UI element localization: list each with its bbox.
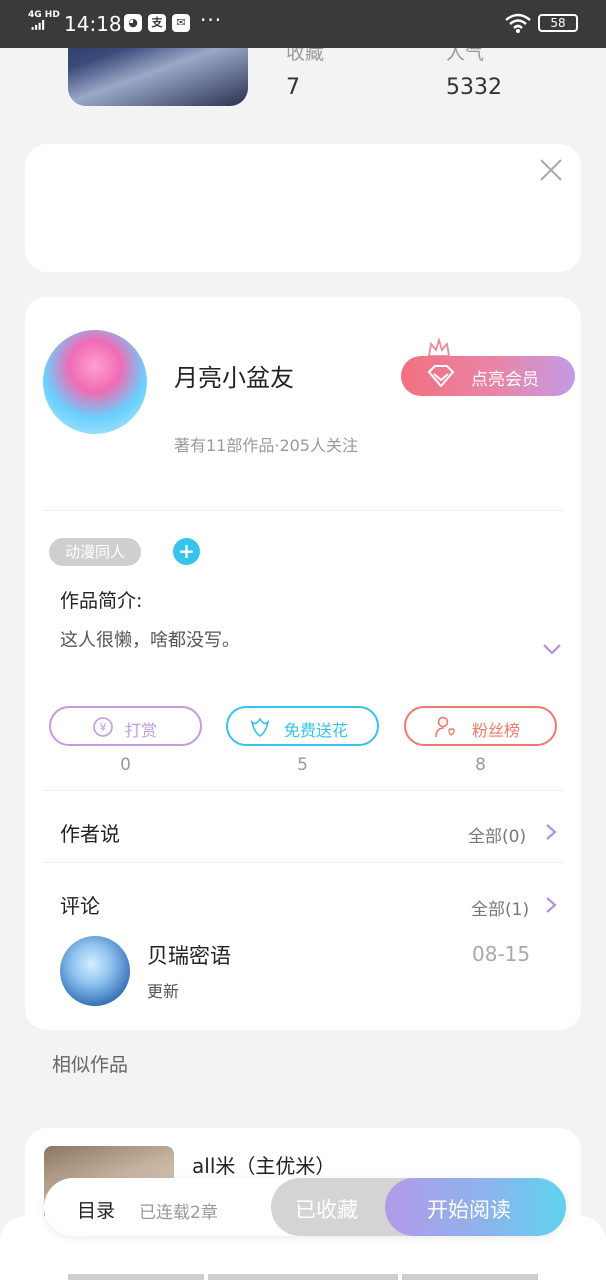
comment-user-avatar[interactable] <box>60 936 130 1006</box>
fan-ranking-label: 粉丝榜 <box>472 721 521 740</box>
wifi-icon <box>505 13 531 33</box>
battery-indicator: 58 <box>538 14 578 32</box>
divider <box>43 510 563 511</box>
yen-coin-icon: ¥ <box>93 717 113 737</box>
author-name[interactable]: 月亮小盆友 <box>174 358 294 393</box>
start-reading-label: 开始阅读 <box>427 1198 511 1222</box>
nav-gesture-bar <box>402 1274 538 1280</box>
tip-button-label: 打赏 <box>125 721 158 740</box>
stat-value: 7 <box>286 75 300 100</box>
chapter-info: 已连载2章 <box>139 1203 218 1223</box>
start-reading-button[interactable]: 开始阅读 <box>385 1178 566 1236</box>
divider <box>43 790 563 791</box>
vip-button[interactable]: 点亮会员 <box>401 356 575 396</box>
comment-text: 更新 <box>147 982 180 1001</box>
fan-count: 8 <box>475 755 486 775</box>
send-flower-button[interactable]: 免费送花 <box>226 706 379 746</box>
more-notifications-icon: ··· <box>200 8 223 32</box>
toc-button[interactable]: 目录 <box>77 1196 115 1223</box>
fan-ranking-button[interactable]: 粉丝榜 <box>404 706 557 746</box>
network-type: 4G HD <box>28 10 60 20</box>
crown-icon <box>427 338 451 357</box>
comments-all-link[interactable]: 全部(1) <box>471 895 529 920</box>
tip-button[interactable]: ¥ 打赏 <box>49 706 202 746</box>
tag-chip[interactable]: 动漫同人 <box>49 538 141 566</box>
chevron-right-icon[interactable] <box>545 896 557 914</box>
chevron-down-icon[interactable] <box>541 641 563 657</box>
favorited-label: 已收藏 <box>295 1198 358 1222</box>
author-says-all-link[interactable]: 全部(0) <box>468 822 526 847</box>
message-icon: ✉ <box>172 14 190 32</box>
vip-button-label: 点亮会员 <box>471 370 539 390</box>
intro-text: 这人很懒，啥都没写。 <box>60 630 240 651</box>
author-meta: 著有11部作品·205人关注 <box>174 436 358 455</box>
diamond-icon <box>427 365 455 387</box>
stat-value: 5332 <box>446 75 502 100</box>
flower-count: 5 <box>297 755 308 775</box>
svg-text:¥: ¥ <box>100 721 107 734</box>
divider <box>43 862 563 863</box>
author-avatar[interactable] <box>43 330 147 434</box>
ad-banner-card <box>25 144 581 272</box>
fan-person-icon <box>435 716 455 738</box>
send-flower-label: 免费送花 <box>284 721 349 740</box>
comments-title: 评论 <box>60 894 100 918</box>
alipay-icon: 支 <box>148 14 166 32</box>
comment-date: 08-15 <box>472 942 531 966</box>
add-tag-button[interactable]: + <box>173 538 200 565</box>
flower-icon <box>250 717 270 737</box>
signal-icon <box>31 20 45 30</box>
author-says-title: 作者说 <box>60 822 120 846</box>
close-icon[interactable] <box>539 158 563 182</box>
nav-gesture-bar <box>208 1274 398 1280</box>
similar-works-title: 相似作品 <box>52 1054 129 1076</box>
chevron-right-icon[interactable] <box>545 823 557 841</box>
status-bar: 4G HD 14:18 ◕ 支 ✉ ··· 58 <box>0 0 606 48</box>
nav-gesture-bar <box>68 1274 204 1280</box>
wechat-icon: ◕ <box>124 14 142 32</box>
similar-work-name[interactable]: all米（主优米） <box>192 1150 335 1179</box>
tip-count: 0 <box>120 755 131 775</box>
clock-time: 14:18 <box>64 12 122 36</box>
intro-label: 作品简介: <box>60 590 143 612</box>
comment-username[interactable]: 贝瑞密语 <box>147 940 231 970</box>
